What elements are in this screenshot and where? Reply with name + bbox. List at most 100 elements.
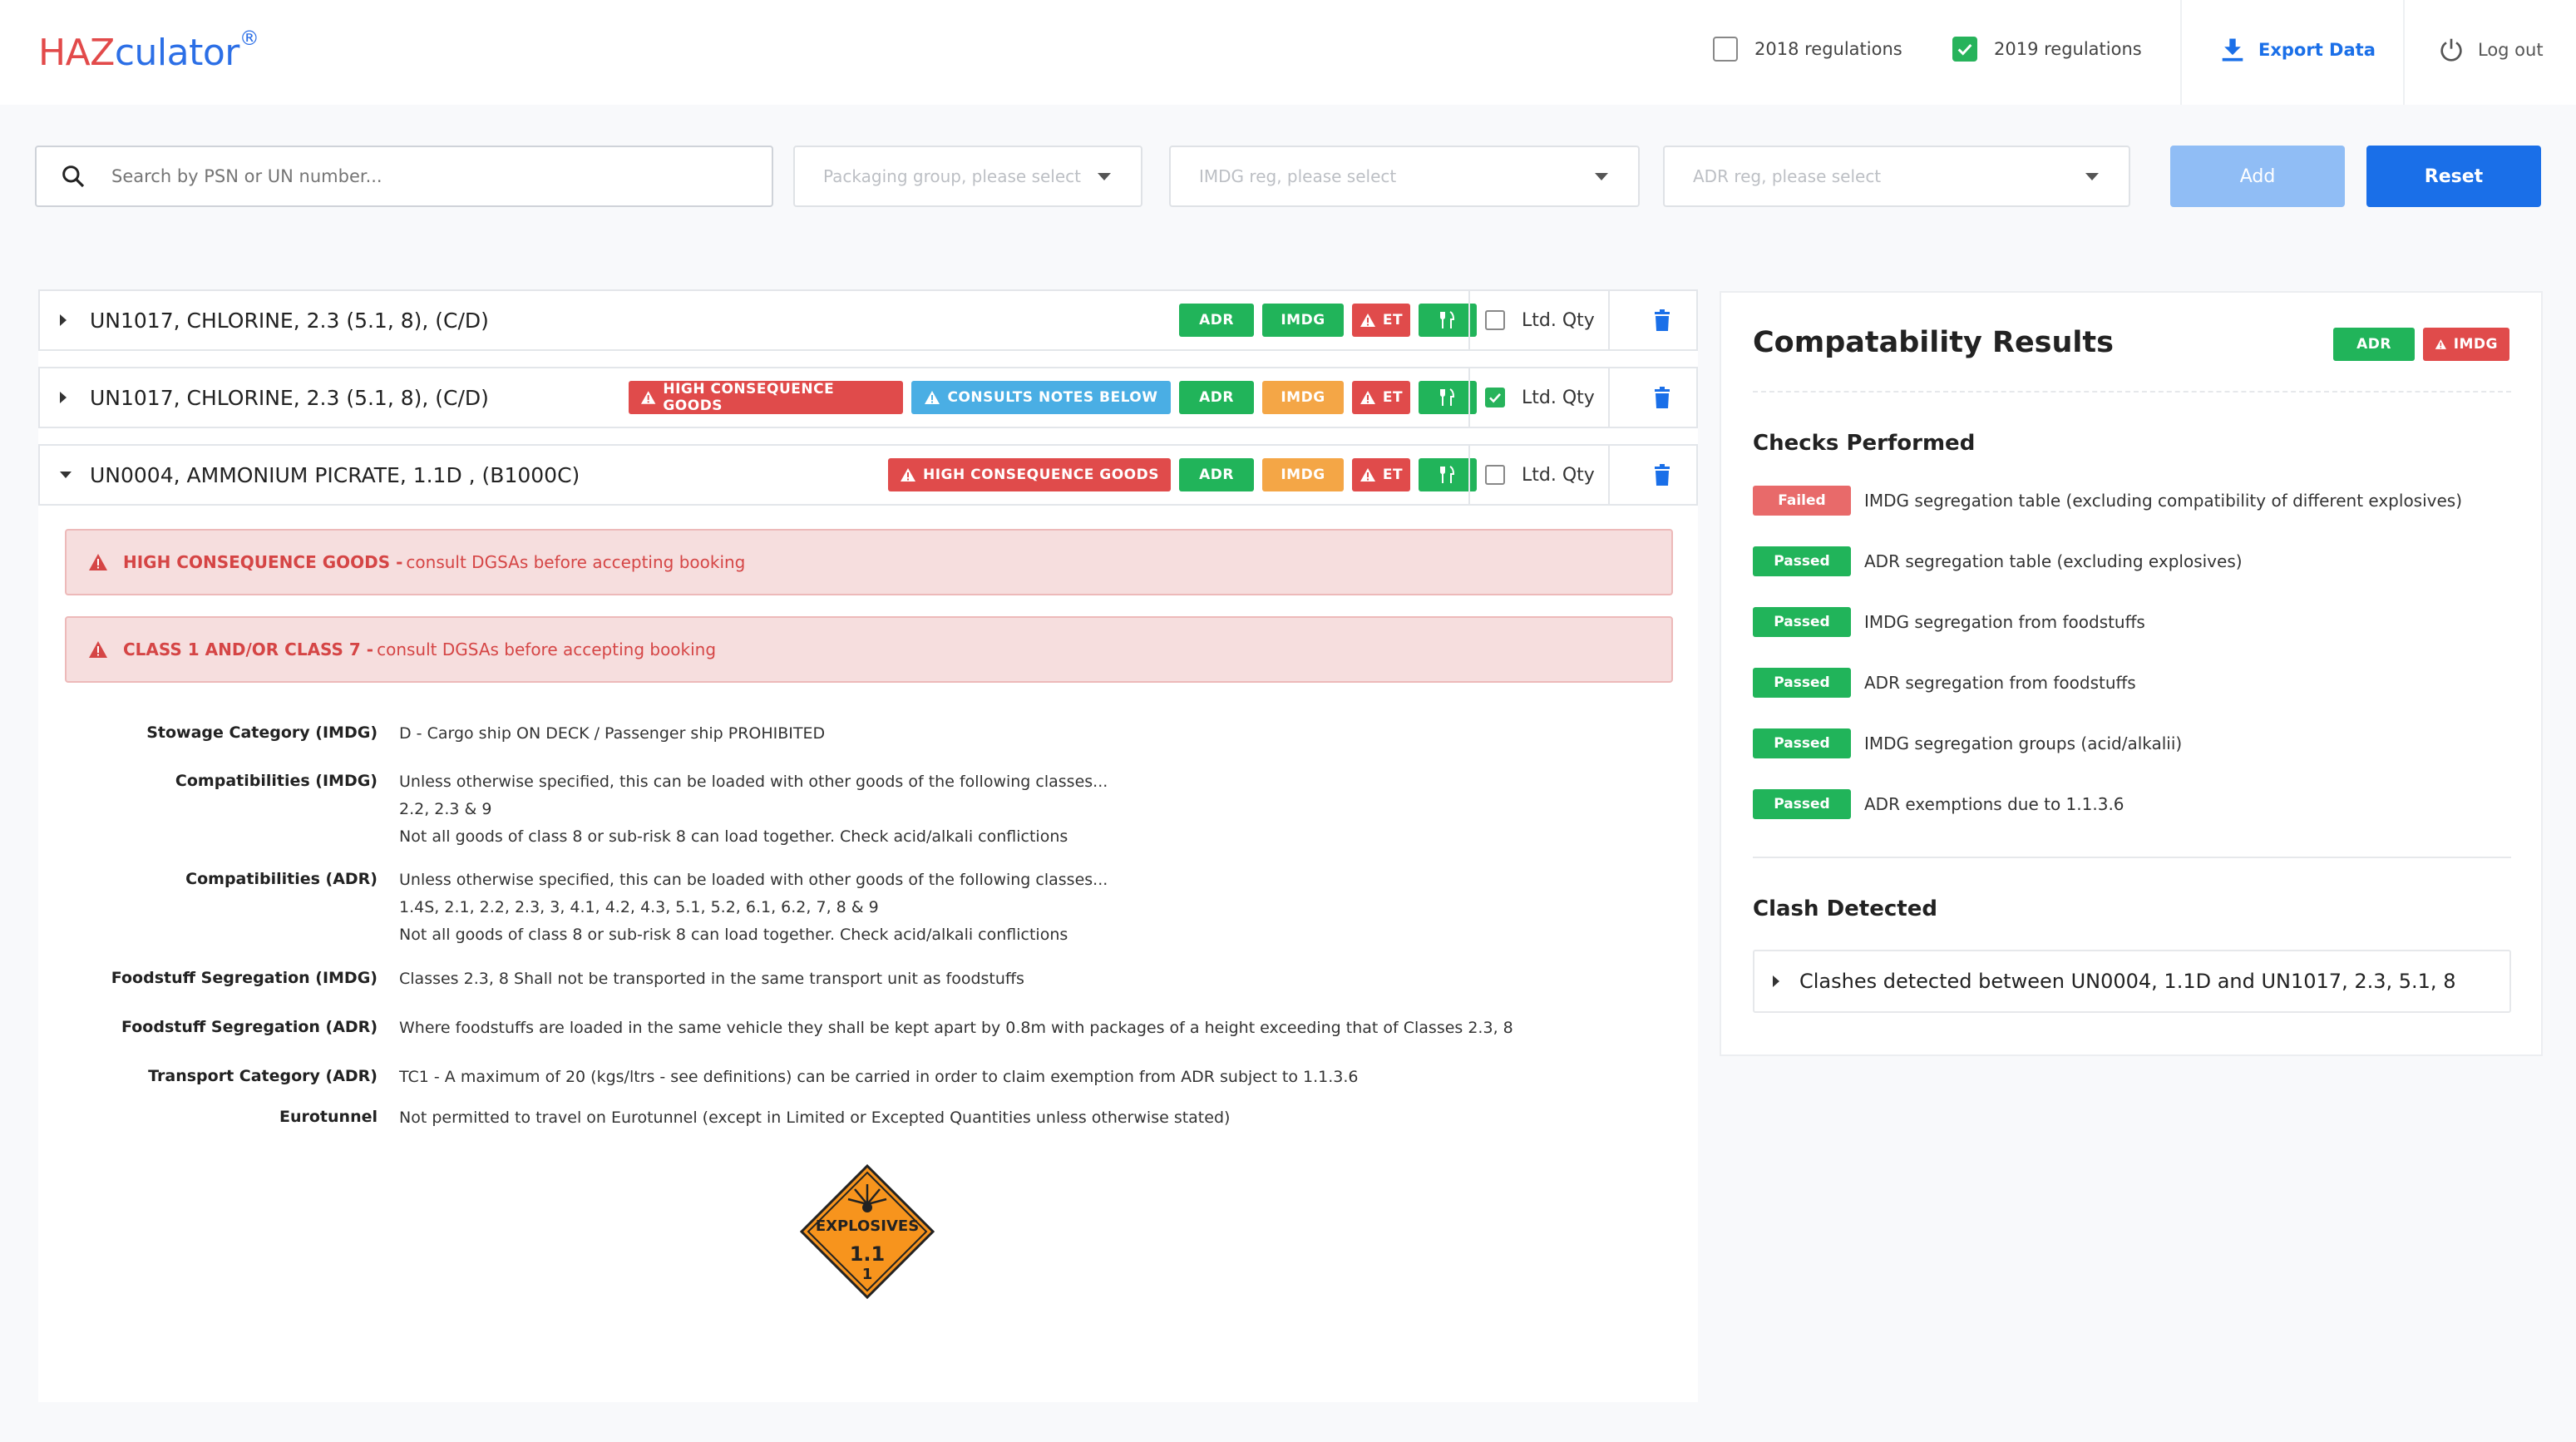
adr-badge: ADR xyxy=(1179,381,1254,414)
stowage-label: Stowage Category (IMDG) xyxy=(146,723,378,742)
warning-icon xyxy=(1360,391,1375,404)
regulations-2018-checkbox[interactable] xyxy=(1713,37,1738,62)
logout-button[interactable]: Log out xyxy=(2438,37,2544,63)
trash-icon[interactable] xyxy=(1653,309,1671,331)
svg-text:1: 1 xyxy=(862,1266,873,1283)
search-input[interactable] xyxy=(111,166,760,186)
alert-text: consult DGSAs before accepting booking xyxy=(406,552,746,572)
goods-tags: HIGH CONSEQUENCE GOODS CONSULTS NOTES BE… xyxy=(629,381,1477,414)
consult-notes-badge: CONSULTS NOTES BELOW xyxy=(911,381,1171,414)
compat-imdg-label: Compatibilities (IMDG) xyxy=(175,772,378,790)
cutlery-icon xyxy=(1440,466,1455,483)
transport-category-value: TC1 - A maximum of 20 (kgs/ltrs - see de… xyxy=(399,1068,1359,1086)
app-logo: HAZculator® xyxy=(38,27,259,74)
warning-icon xyxy=(89,554,107,570)
ltd-qty-toggle[interactable]: Ltd. Qty xyxy=(1468,367,1610,428)
goods-name: UN1017, CHLORINE, 2.3 (5.1, 8), (C/D) xyxy=(90,308,489,333)
expand-arrow-icon[interactable] xyxy=(1773,975,1779,987)
regulations-2018-toggle[interactable]: 2018 regulations xyxy=(1713,37,1902,62)
ltd-qty-checkbox[interactable] xyxy=(1485,310,1505,330)
check-text: ADR segregation table (excluding explosi… xyxy=(1864,551,2243,571)
eurotunnel-label: Eurotunnel xyxy=(279,1108,378,1126)
svg-text:EXPLOSIVES: EXPLOSIVES xyxy=(816,1217,919,1235)
regulations-2019-toggle[interactable]: 2019 regulations xyxy=(1952,37,2142,62)
status-badge: Passed xyxy=(1753,546,1851,576)
adr-reg-select[interactable]: ADR reg, please select xyxy=(1663,146,2130,207)
goods-row[interactable]: UN1017, CHLORINE, 2.3 (5.1, 8), (C/D) HI… xyxy=(38,367,1698,428)
search-box[interactable] xyxy=(35,146,773,207)
adr-badge: ADR xyxy=(1179,304,1254,337)
imdg-badge: IMDG xyxy=(1262,304,1344,337)
packaging-group-placeholder: Packaging group, please select xyxy=(823,166,1081,186)
check-item: Passed ADR exemptions due to 1.1.3.6 xyxy=(1753,789,2124,819)
high-consequence-badge: HIGH CONSEQUENCE GOODS xyxy=(888,458,1171,491)
imdg-badge: IMDG xyxy=(1262,381,1344,414)
adr-reg-placeholder: ADR reg, please select xyxy=(1693,166,1882,186)
check-text: IMDG segregation from foodstuffs xyxy=(1864,612,2145,632)
warning-icon xyxy=(640,391,656,404)
ltd-qty-label: Ltd. Qty xyxy=(1522,309,1595,331)
alert-title: CLASS 1 AND/OR CLASS 7 - xyxy=(123,640,374,659)
compatibility-results-panel: Compatability Results ADR IMDG Checks Pe… xyxy=(1720,291,2543,1056)
alert-text: consult DGSAs before accepting booking xyxy=(377,640,717,659)
warning-icon xyxy=(1360,314,1375,327)
clash-detected-title: Clash Detected xyxy=(1753,896,1937,921)
goods-row[interactable]: UN1017, CHLORINE, 2.3 (5.1, 8), (C/D) AD… xyxy=(38,289,1698,351)
check-text: ADR exemptions due to 1.1.3.6 xyxy=(1864,794,2124,814)
stowage-value: D - Cargo ship ON DECK / Passenger ship … xyxy=(399,724,826,743)
warning-icon xyxy=(925,391,940,404)
status-badge: Passed xyxy=(1753,668,1851,698)
check-item: Passed ADR segregation table (excluding … xyxy=(1753,546,2243,576)
check-item: Failed IMDG segregation table (excluding… xyxy=(1753,486,2462,516)
regulations-2018-label: 2018 regulations xyxy=(1754,39,1902,59)
packaging-group-select[interactable]: Packaging group, please select xyxy=(793,146,1142,207)
ltd-qty-toggle[interactable]: Ltd. Qty xyxy=(1468,289,1610,351)
high-consequence-badge: HIGH CONSEQUENCE GOODS xyxy=(629,381,903,414)
ltd-qty-checkbox[interactable] xyxy=(1485,465,1505,485)
divider xyxy=(1753,857,2511,858)
add-button[interactable]: Add xyxy=(2170,146,2345,207)
et-badge: ET xyxy=(1352,458,1410,491)
check-item: Passed IMDG segregation groups (acid/alk… xyxy=(1753,728,2182,758)
expand-arrow-icon[interactable] xyxy=(60,392,67,403)
regulations-2019-checkbox[interactable] xyxy=(1952,37,1977,62)
expand-arrow-icon[interactable] xyxy=(60,314,67,326)
compat-adr-value: Unless otherwise specified, this can be … xyxy=(399,871,1108,944)
warning-icon xyxy=(89,641,107,658)
status-badge: Passed xyxy=(1753,789,1851,819)
warning-icon xyxy=(1360,468,1375,481)
food-adr-value: Where foodstuffs are loaded in the same … xyxy=(399,1019,1513,1037)
caret-down-icon xyxy=(1595,172,1608,180)
results-tags: ADR IMDG xyxy=(2333,328,2509,361)
clash-text: Clashes detected between UN0004, 1.1D an… xyxy=(1799,970,2456,993)
svg-text:1.1: 1.1 xyxy=(850,1242,886,1266)
ltd-qty-toggle[interactable]: Ltd. Qty xyxy=(1468,444,1610,506)
status-badge: Passed xyxy=(1753,728,1851,758)
adr-result-badge: ADR xyxy=(2333,328,2415,361)
check-icon xyxy=(1489,393,1501,403)
collapse-arrow-icon[interactable] xyxy=(60,472,72,478)
download-icon xyxy=(2222,38,2243,62)
food-imdg-label: Foodstuff Segregation (IMDG) xyxy=(111,969,378,987)
check-text: ADR segregation from foodstuffs xyxy=(1864,673,2136,693)
trash-icon[interactable] xyxy=(1653,387,1671,408)
imdg-reg-select[interactable]: IMDG reg, please select xyxy=(1169,146,1640,207)
alert-title: HIGH CONSEQUENCE GOODS - xyxy=(123,552,403,572)
goods-tags: ADR IMDG ET xyxy=(1179,304,1477,337)
clash-item[interactable]: Clashes detected between UN0004, 1.1D an… xyxy=(1753,950,2511,1013)
goods-row-expanded[interactable]: UN0004, AMMONIUM PICRATE, 1.1D , (B1000C… xyxy=(38,444,1698,506)
app-header: HAZculator® 2018 regulations 2019 regula… xyxy=(0,0,2576,105)
reset-button[interactable]: Reset xyxy=(2366,146,2541,207)
ltd-qty-checkbox[interactable] xyxy=(1485,388,1505,407)
warning-icon xyxy=(901,468,915,481)
eurotunnel-value: Not permitted to travel on Eurotunnel (e… xyxy=(399,1109,1231,1127)
compat-adr-label: Compatibilities (ADR) xyxy=(185,870,378,888)
ltd-qty-label: Ltd. Qty xyxy=(1522,464,1595,486)
export-data-button[interactable]: Export Data xyxy=(2220,37,2376,63)
cutlery-icon xyxy=(1440,311,1455,328)
caret-down-icon xyxy=(1098,172,1111,180)
header-divider xyxy=(2180,0,2182,105)
adr-badge: ADR xyxy=(1179,458,1254,491)
imdg-badge: IMDG xyxy=(1262,458,1344,491)
trash-icon[interactable] xyxy=(1653,464,1671,486)
